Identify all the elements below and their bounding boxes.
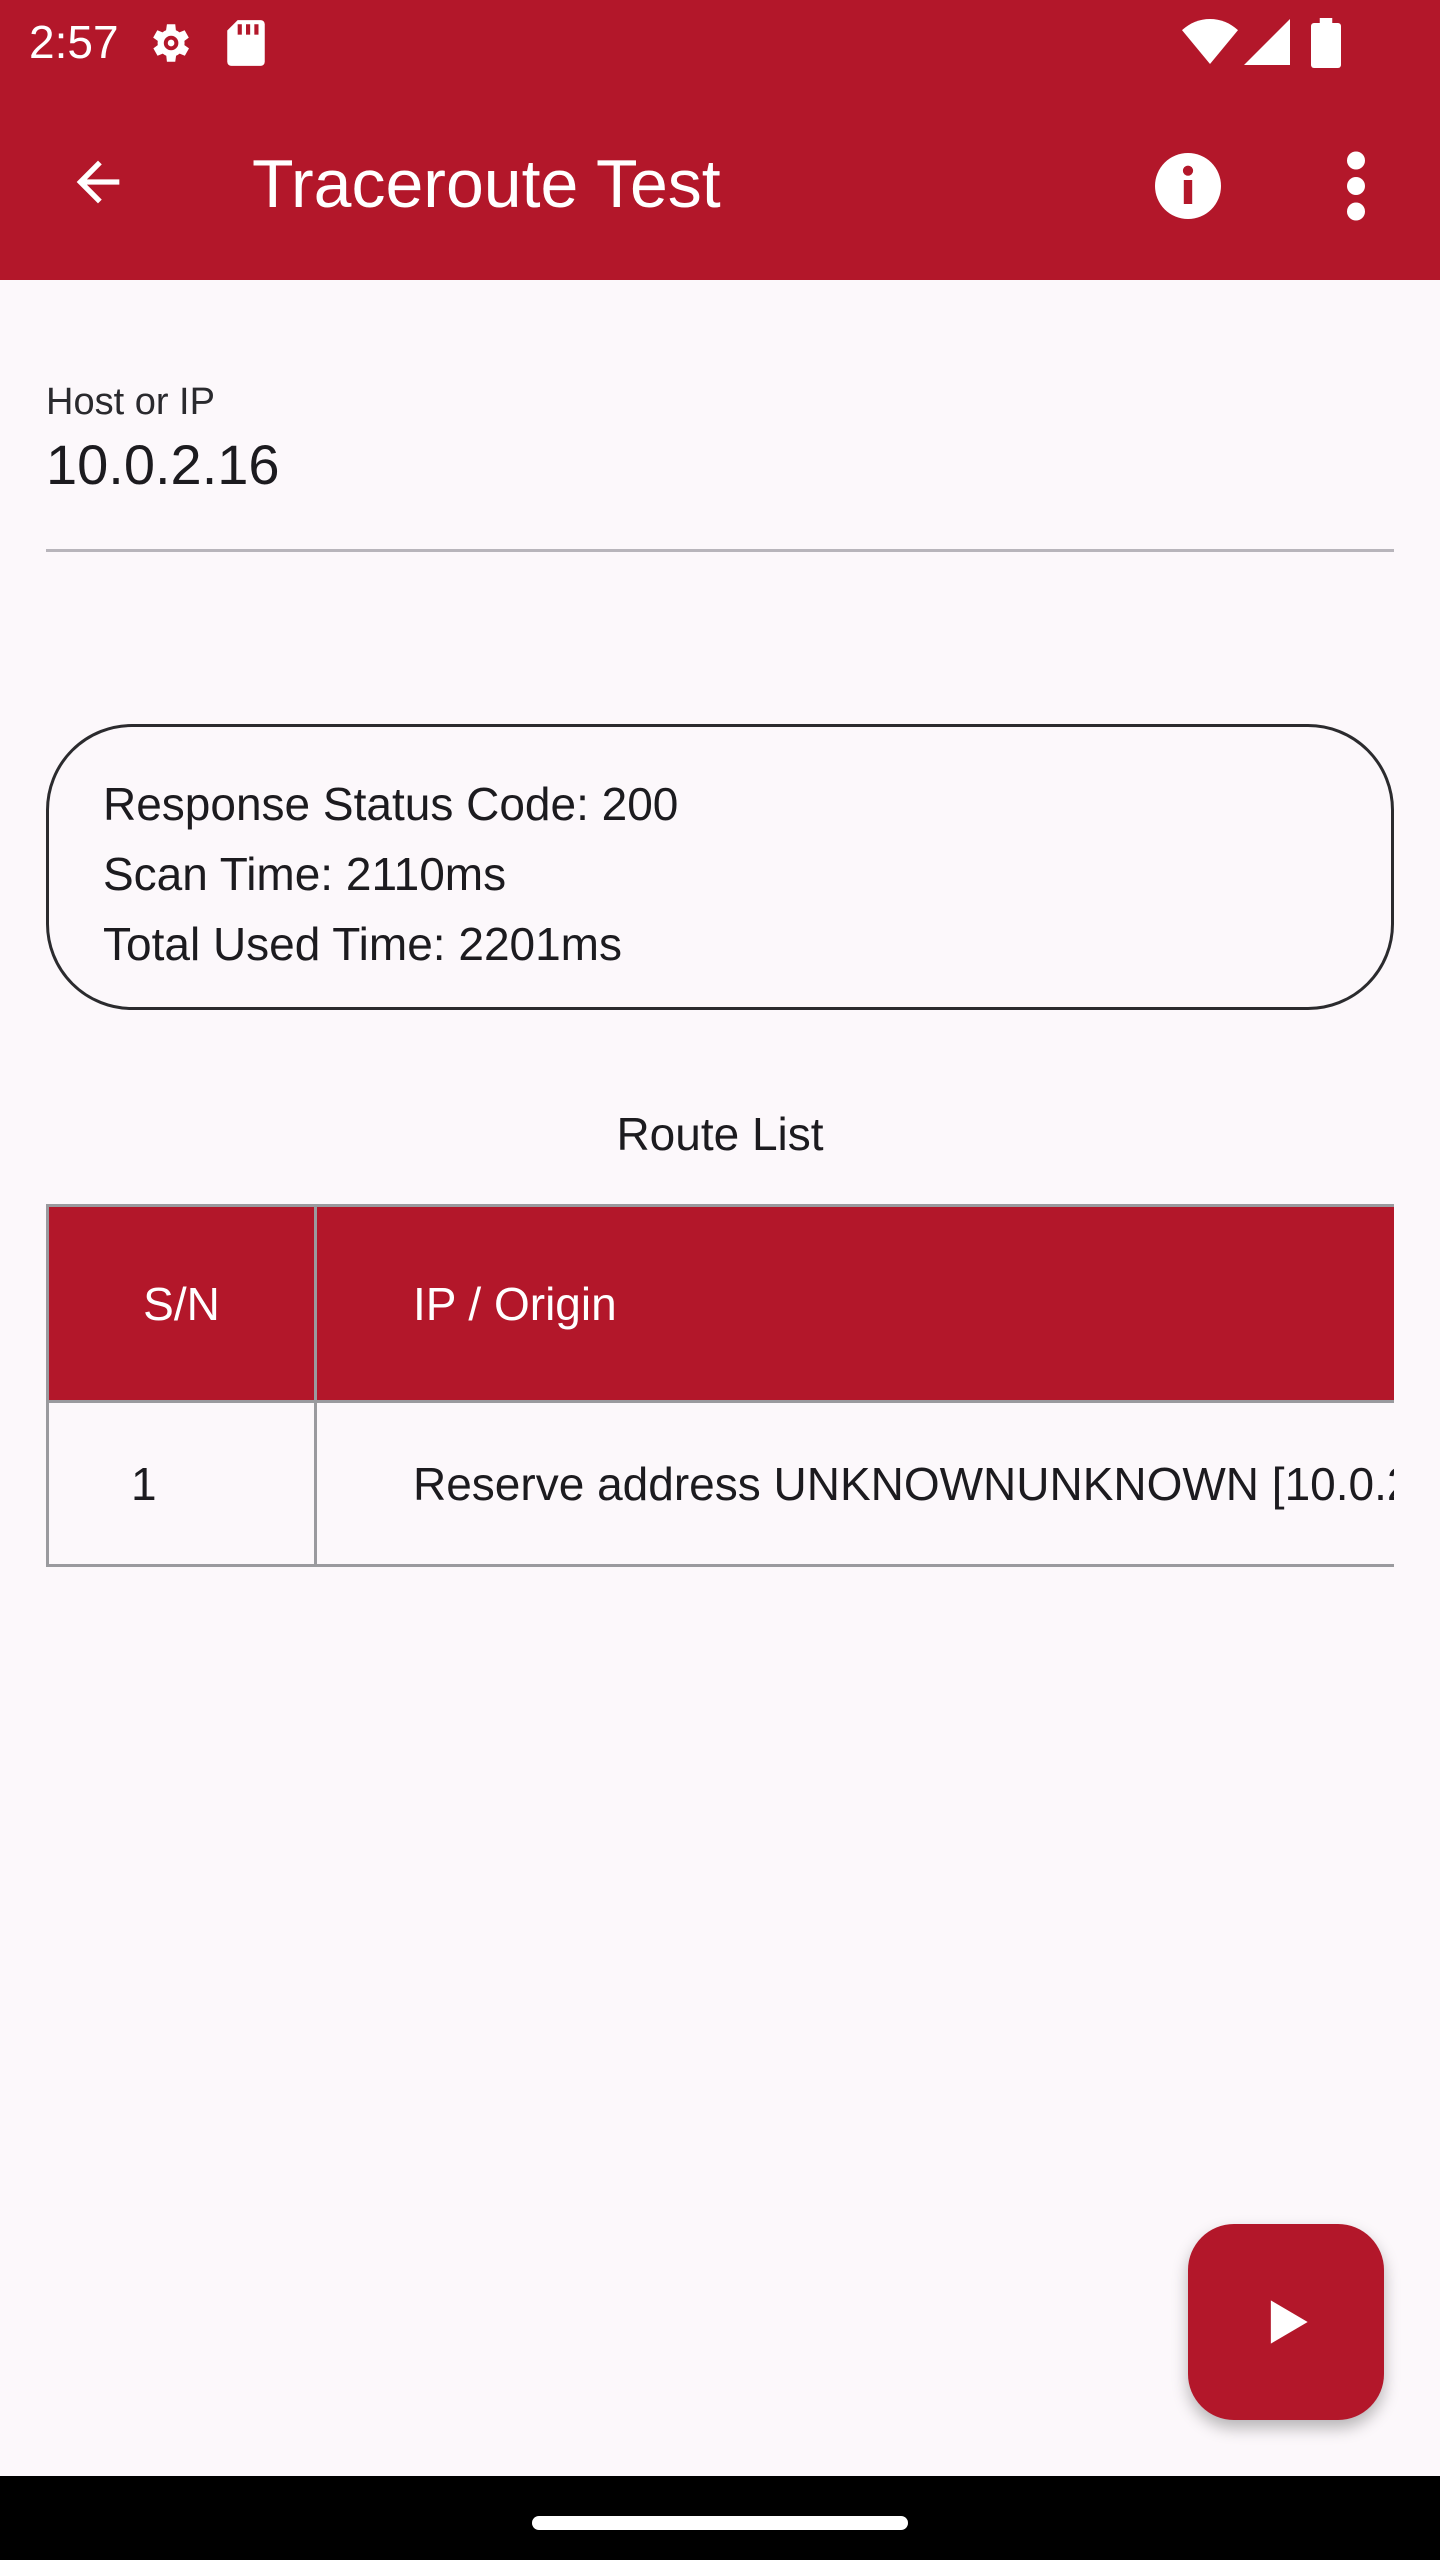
battery-icon xyxy=(1311,18,1341,68)
scan-time-text: Scan Time: 2110ms xyxy=(103,848,507,900)
route-list-title: Route List xyxy=(616,1108,824,1160)
wifi-icon xyxy=(1182,19,1238,64)
route-table: S/N IP / Origin 1 Reserve address UNKNOW… xyxy=(46,1204,1394,1567)
back-button[interactable] xyxy=(48,132,148,232)
status-bar: 2:57 xyxy=(0,0,1440,84)
more-options-button[interactable] xyxy=(1306,136,1406,236)
result-card: Response Status Code: 200 Scan Time: 211… xyxy=(46,724,1394,1010)
page-title: Traceroute Test xyxy=(252,146,721,222)
row-ip-origin-cell: Reserve address UNKNOWNUNKNOWN [10.0.2.1… xyxy=(314,1400,1394,1567)
status-time: 2:57 xyxy=(29,16,119,68)
app-bar: Traceroute Test xyxy=(0,84,1440,280)
home-gesture-handle[interactable] xyxy=(532,2516,908,2530)
play-icon xyxy=(1270,2300,1308,2344)
row-sn-cell: 1 xyxy=(46,1400,317,1567)
start-trace-button[interactable] xyxy=(1188,2224,1384,2420)
sd-card-icon xyxy=(227,20,265,66)
navigation-bar xyxy=(0,2476,1440,2560)
route-table-scroll[interactable]: S/N IP / Origin 1 Reserve address UNKNOW… xyxy=(46,1204,1394,1568)
status-code-text: Response Status Code: 200 xyxy=(103,778,679,830)
back-arrow-icon xyxy=(76,160,120,204)
info-icon xyxy=(1155,153,1221,219)
column-header-ip-origin: IP / Origin xyxy=(314,1204,1394,1403)
cell-signal-icon xyxy=(1244,19,1290,65)
total-time-text: Total Used Time: 2201ms xyxy=(103,918,623,970)
settings-gear-icon xyxy=(153,24,189,62)
column-header-sn: S/N xyxy=(46,1204,317,1403)
info-button[interactable] xyxy=(1138,136,1238,236)
table-header-row: S/N IP / Origin xyxy=(46,1204,1394,1403)
more-vert-icon xyxy=(1347,151,1365,221)
table-row[interactable]: 1 Reserve address UNKNOWNUNKNOWN [10.0.2… xyxy=(46,1400,1394,1567)
host-input[interactable] xyxy=(46,430,1394,500)
host-field: Host or IP xyxy=(46,364,1394,552)
host-label: Host or IP xyxy=(46,381,215,423)
